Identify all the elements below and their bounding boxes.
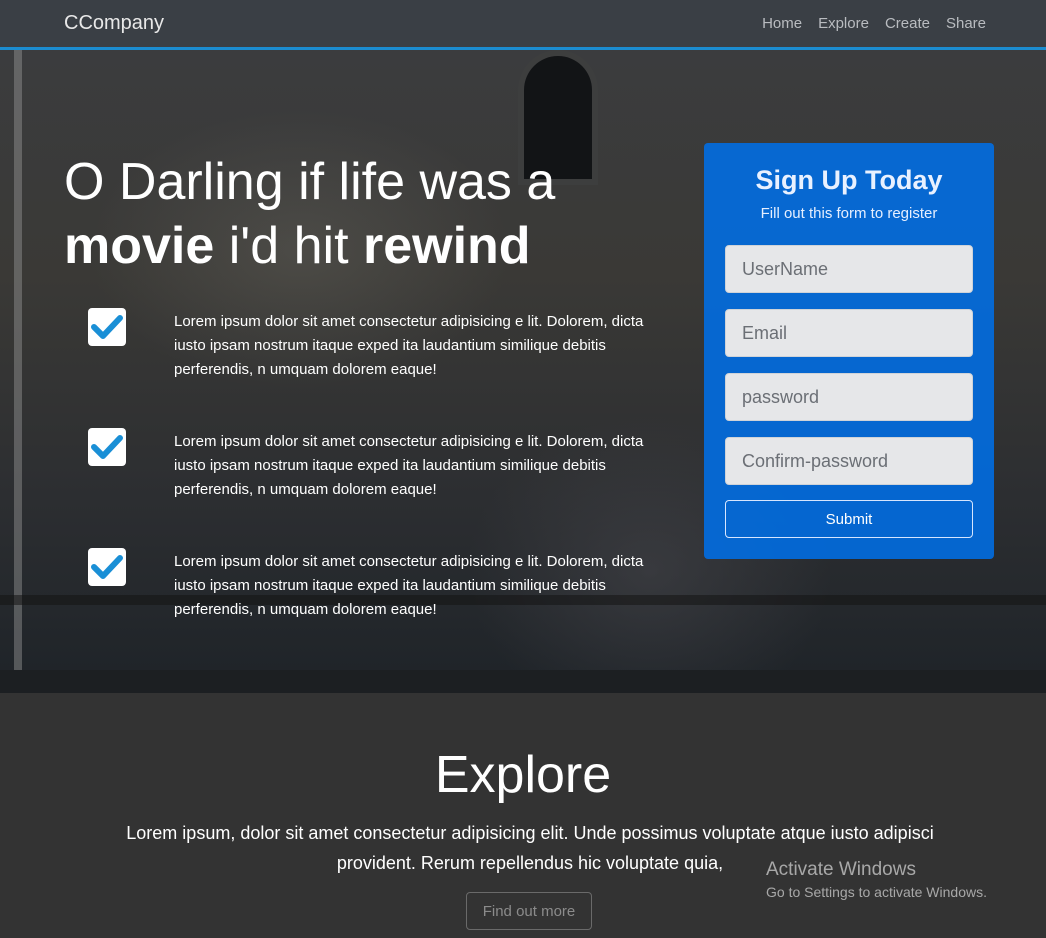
headline-mid: i'd hit <box>214 217 363 275</box>
username-input[interactable] <box>725 245 973 293</box>
feature-item: Lorem ipsum dolor sit amet consectetur a… <box>88 428 648 508</box>
background-pole <box>14 50 22 670</box>
hero-section: O Darling if life was a movie i'd hit re… <box>0 50 1046 693</box>
explore-section: Explore Lorem ipsum, dolor sit amet cons… <box>0 693 1046 938</box>
feature-text: Lorem ipsum dolor sit amet consectetur a… <box>174 433 644 498</box>
headline-bold-rewind: rewind <box>362 217 531 275</box>
signup-card: Sign Up Today Fill out this form to regi… <box>704 143 994 559</box>
find-out-more-button[interactable]: Find out more <box>466 892 592 930</box>
explore-title: Explore <box>434 746 612 804</box>
brand-logo[interactable]: CCompany <box>64 12 164 35</box>
hero-headline: O Darling if life was a movie i'd hit re… <box>64 150 684 278</box>
feature-text: Lorem ipsum dolor sit amet consectetur a… <box>174 553 644 618</box>
password-field-wrap <box>725 373 973 421</box>
username-field-wrap <box>725 245 973 293</box>
watermark-title: Activate Windows <box>766 859 916 880</box>
confirm-password-input[interactable] <box>725 437 973 485</box>
email-field-wrap <box>725 309 973 357</box>
signup-title: Sign Up Today <box>755 165 943 195</box>
nav-link-explore[interactable]: Explore <box>818 15 869 32</box>
headline-line1: O Darling if life was a <box>64 153 556 211</box>
activate-windows-watermark: Activate Windows Go to Settings to activ… <box>766 859 987 900</box>
email-input[interactable] <box>725 309 973 357</box>
checkbox-check-icon <box>88 548 126 586</box>
watermark-subtitle: Go to Settings to activate Windows. <box>766 884 987 900</box>
background-floor <box>0 670 1046 693</box>
confirm-password-field-wrap <box>725 437 973 485</box>
checkbox-check-icon <box>88 428 126 466</box>
feature-text: Lorem ipsum dolor sit amet consectetur a… <box>174 313 644 378</box>
password-input[interactable] <box>725 373 973 421</box>
nav-links: Home Explore Create Share <box>762 15 986 32</box>
nav-link-create[interactable]: Create <box>885 15 930 32</box>
signup-subtitle: Fill out this form to register <box>760 205 938 222</box>
nav-link-share[interactable]: Share <box>946 15 986 32</box>
submit-button[interactable]: Submit <box>725 500 973 538</box>
checkbox-check-icon <box>88 308 126 346</box>
headline-bold-movie: movie <box>64 217 215 275</box>
feature-item: Lorem ipsum dolor sit amet consectetur a… <box>88 548 648 628</box>
navbar: CCompany Home Explore Create Share <box>0 0 1046 50</box>
nav-link-home[interactable]: Home <box>762 15 802 32</box>
feature-item: Lorem ipsum dolor sit amet consectetur a… <box>88 308 648 388</box>
